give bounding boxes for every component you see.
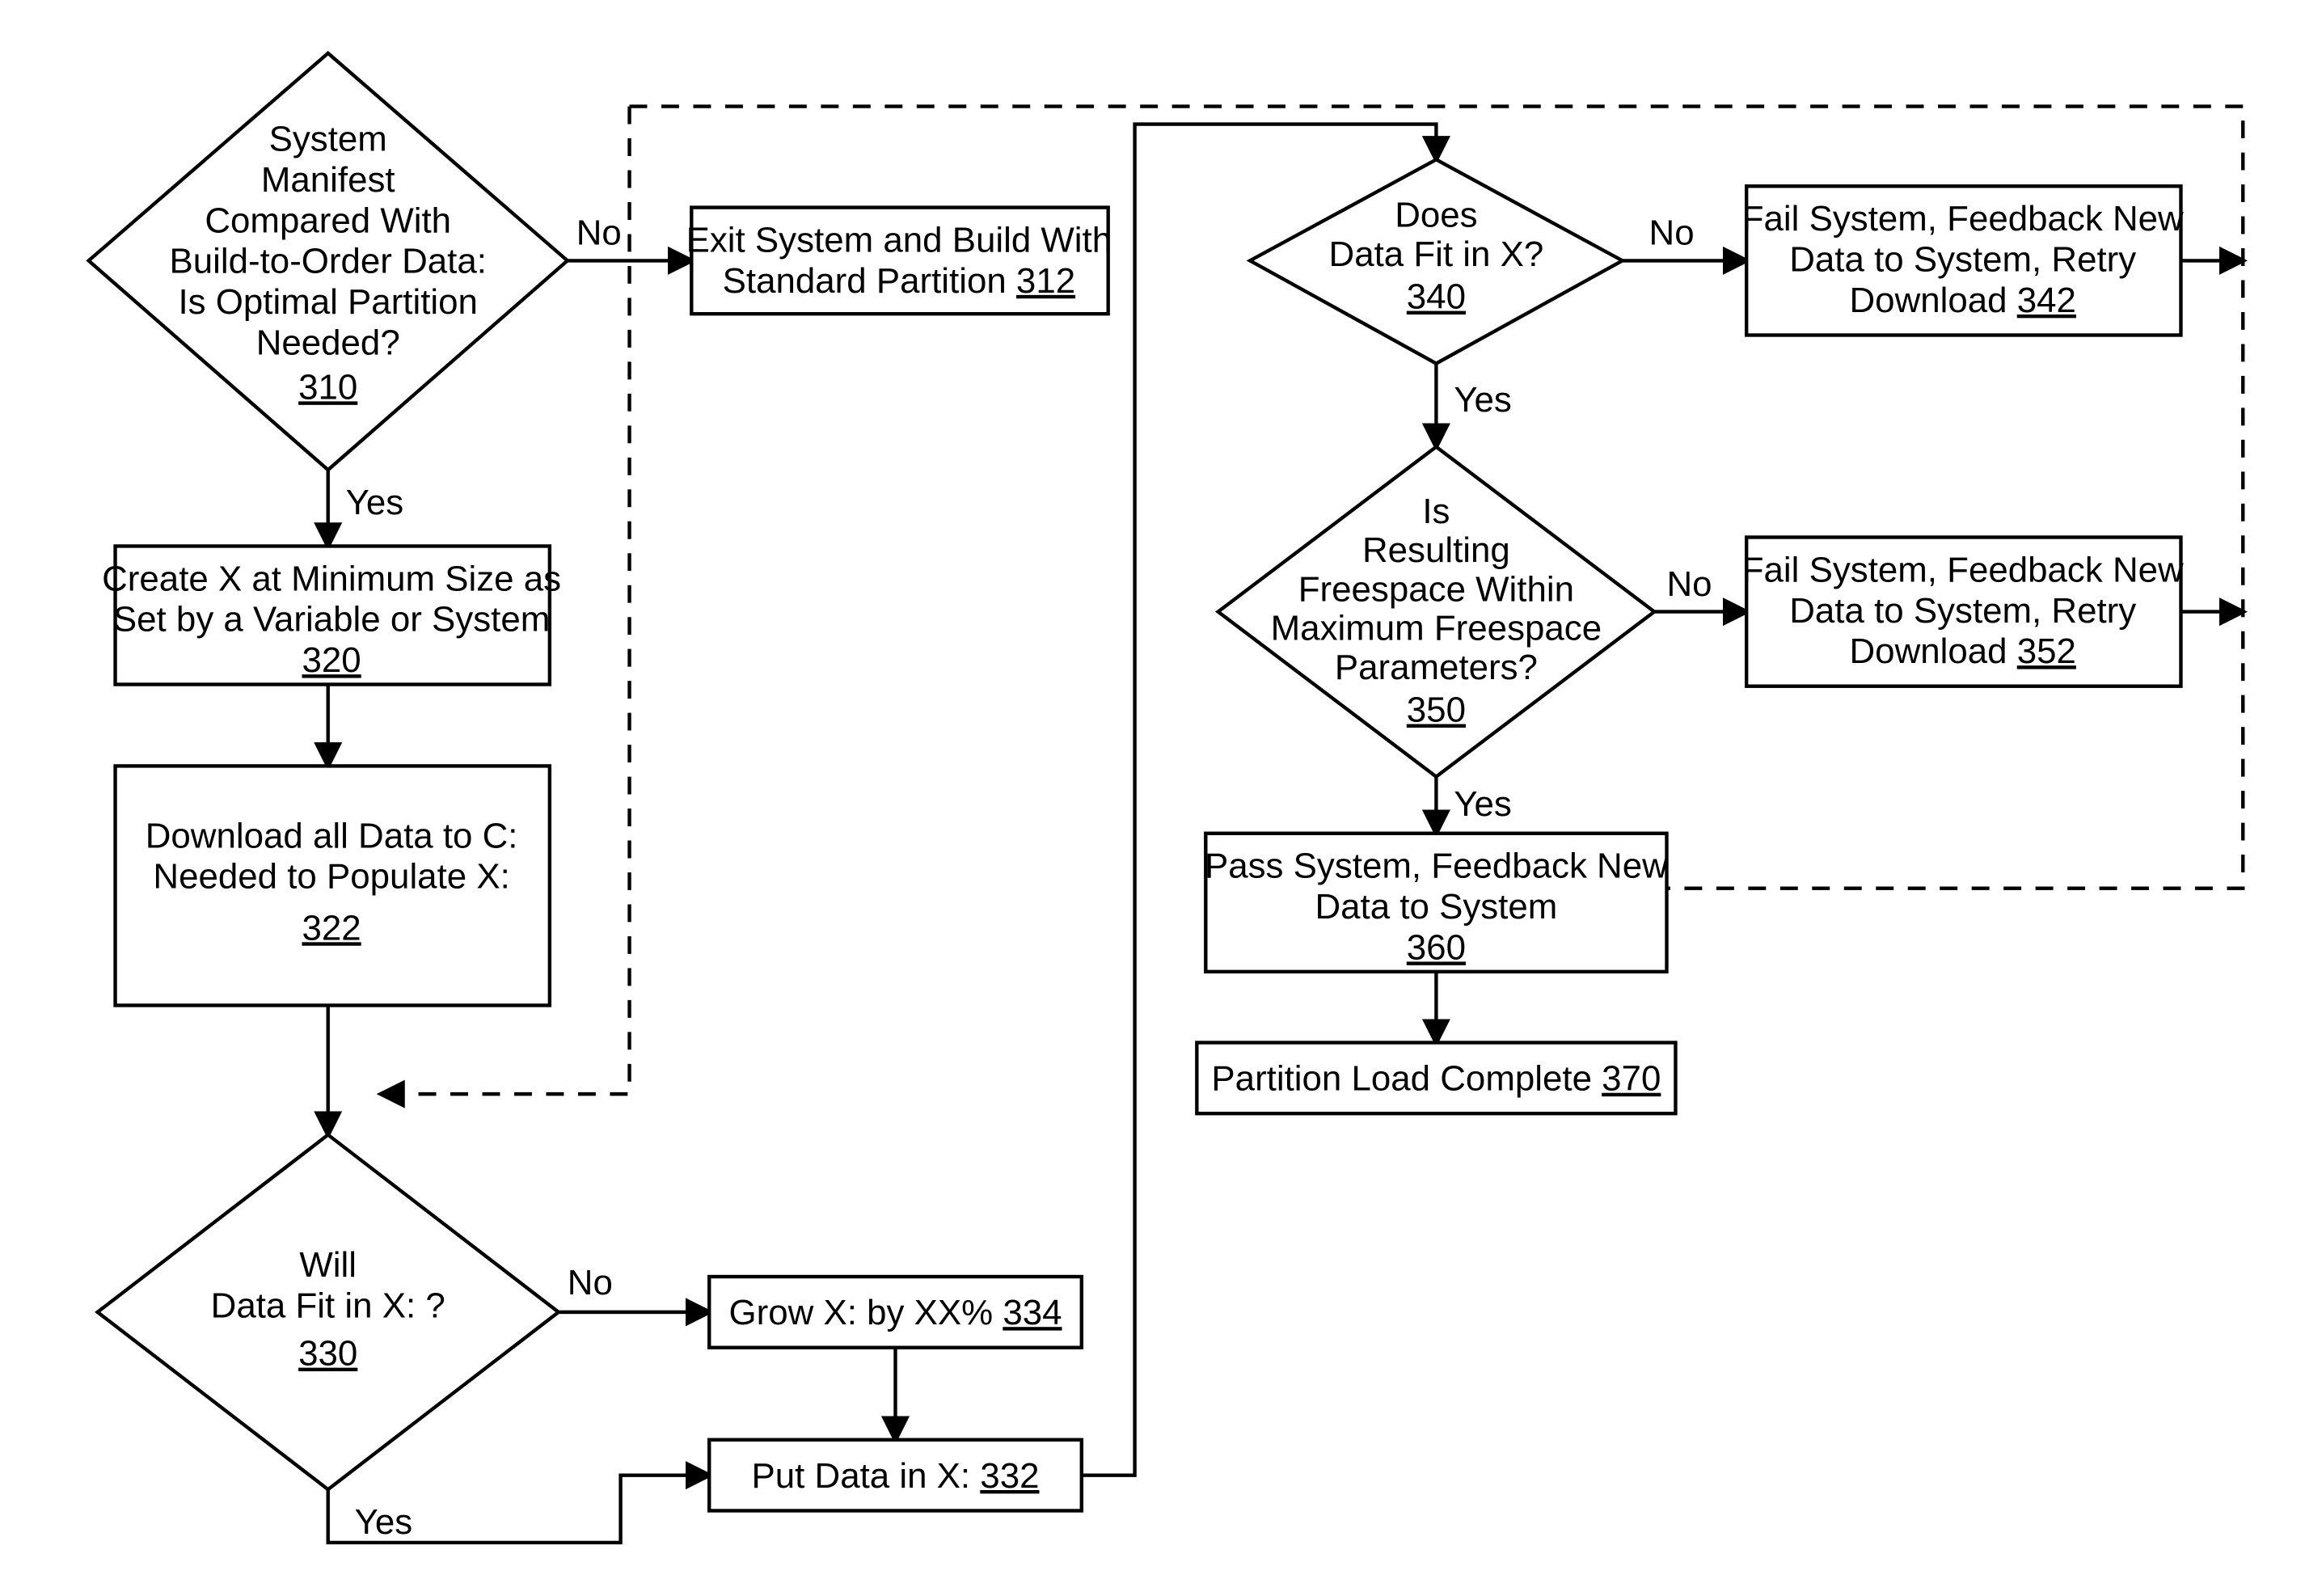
n334-ref: 334 xyxy=(1003,1293,1062,1332)
process-370: Partition Load Complete 370 xyxy=(1197,1043,1675,1114)
edge-350-yes-label: Yes xyxy=(1454,784,1512,824)
edge-350-no-label: No xyxy=(1666,564,1712,604)
n330-l2: Data Fit in X: ? xyxy=(211,1286,445,1325)
process-360: Pass System, Feedback New Data to System… xyxy=(1205,834,1668,972)
edge-310-yes-label: Yes xyxy=(346,483,404,522)
n310-l3: Compared With xyxy=(205,201,451,240)
n332-text: Put Data in X: xyxy=(752,1456,971,1496)
n350-l5: Parameters? xyxy=(1335,648,1538,687)
n340-l2: Data Fit in X? xyxy=(1329,234,1544,274)
n322-ref: 322 xyxy=(302,908,361,948)
n370-ref: 370 xyxy=(1602,1059,1661,1099)
svg-text:Download 342: Download 342 xyxy=(1850,281,2076,320)
n350-l2: Resulting xyxy=(1362,530,1510,570)
svg-text:Partition Load Complete 370: Partition Load Complete 370 xyxy=(1211,1059,1661,1099)
n310-l6: Needed? xyxy=(256,323,400,363)
edge-310-no-label: No xyxy=(576,213,622,253)
n360-l1: Pass System, Feedback New xyxy=(1205,847,1668,886)
process-334: Grow X: by XX% 334 xyxy=(709,1277,1082,1348)
n322-l1: Download all Data to C: xyxy=(146,816,518,855)
edge-340-yes-label: Yes xyxy=(1454,380,1512,420)
n310-l1: System xyxy=(269,119,387,158)
n320-l1: Create X at Minimum Size as xyxy=(102,559,561,598)
n310-l5: Is Optimal Partition xyxy=(178,282,478,322)
n330-ref: 330 xyxy=(298,1334,357,1374)
n310-l2: Manifest xyxy=(261,160,395,200)
n312-ref: 312 xyxy=(1016,261,1075,301)
n342-l3: Download xyxy=(1850,281,2007,320)
process-312: Exit System and Build With Standard Part… xyxy=(686,208,1112,315)
process-342: Fail System, Feedback New Data to System… xyxy=(1742,186,2184,335)
n310-ref: 310 xyxy=(298,367,357,407)
n352-l3: Download xyxy=(1850,631,2007,671)
n312-l1: Exit System and Build With xyxy=(686,220,1112,260)
process-332: Put Data in X: 332 xyxy=(709,1440,1082,1511)
n340-ref: 340 xyxy=(1407,277,1466,317)
process-352: Fail System, Feedback New Data to System… xyxy=(1742,538,2184,686)
n350-ref: 350 xyxy=(1407,690,1466,730)
edge-340-no-label: No xyxy=(1649,213,1695,253)
n350-l4: Maximum Freespace xyxy=(1271,609,1602,648)
flowchart: System Manifest Compared With Build-to-O… xyxy=(0,0,2305,1596)
n370-text: Partition Load Complete xyxy=(1211,1059,1592,1099)
edge-330-yes-label: Yes xyxy=(355,1502,413,1542)
edge-330-no-label: No xyxy=(568,1263,613,1303)
n360-l2: Data to System xyxy=(1315,887,1557,927)
decision-350: Is Resulting Freespace Within Maximum Fr… xyxy=(1218,447,1654,777)
n330-l1: Will xyxy=(299,1245,357,1285)
n340-l1: Does xyxy=(1395,196,1477,235)
svg-text:Download 352: Download 352 xyxy=(1850,631,2076,671)
n332-ref: 332 xyxy=(980,1456,1039,1496)
n342-l1: Fail System, Feedback New xyxy=(1742,199,2184,239)
process-322: Download all Data to C: Needed to Popula… xyxy=(116,766,550,1005)
decision-310: System Manifest Compared With Build-to-O… xyxy=(89,53,568,470)
n352-l2: Data to System, Retry xyxy=(1789,591,2136,631)
decision-340: Does Data Fit in X? 340 xyxy=(1250,159,1623,363)
n360-ref: 360 xyxy=(1407,927,1466,967)
decision-330: Will Data Fit in X: ? 330 xyxy=(98,1135,559,1490)
process-320: Create X at Minimum Size as Set by a Var… xyxy=(102,546,561,684)
n320-ref: 320 xyxy=(302,640,361,680)
n334-text: Grow X: by XX% xyxy=(729,1293,994,1332)
svg-text:Standard Partition 312: Standard Partition 312 xyxy=(723,261,1075,301)
svg-text:Put Data in X: 332: Put Data in X: 332 xyxy=(752,1456,1040,1496)
n350-l3: Freespace Within xyxy=(1298,569,1574,609)
n320-l2: Set by a Variable or System xyxy=(113,600,550,640)
n352-l1: Fail System, Feedback New xyxy=(1742,550,2184,589)
n342-ref: 342 xyxy=(2017,281,2076,320)
n322-l2: Needed to Populate X: xyxy=(153,857,509,897)
n342-l2: Data to System, Retry xyxy=(1789,240,2136,280)
n310-l4: Build-to-Order Data: xyxy=(169,242,486,281)
svg-text:Grow X: by XX% 334: Grow X: by XX% 334 xyxy=(729,1293,1062,1332)
n312-l2: Standard Partition xyxy=(723,261,1007,301)
n352-ref: 352 xyxy=(2017,631,2076,671)
n350-l1: Is xyxy=(1422,492,1450,531)
